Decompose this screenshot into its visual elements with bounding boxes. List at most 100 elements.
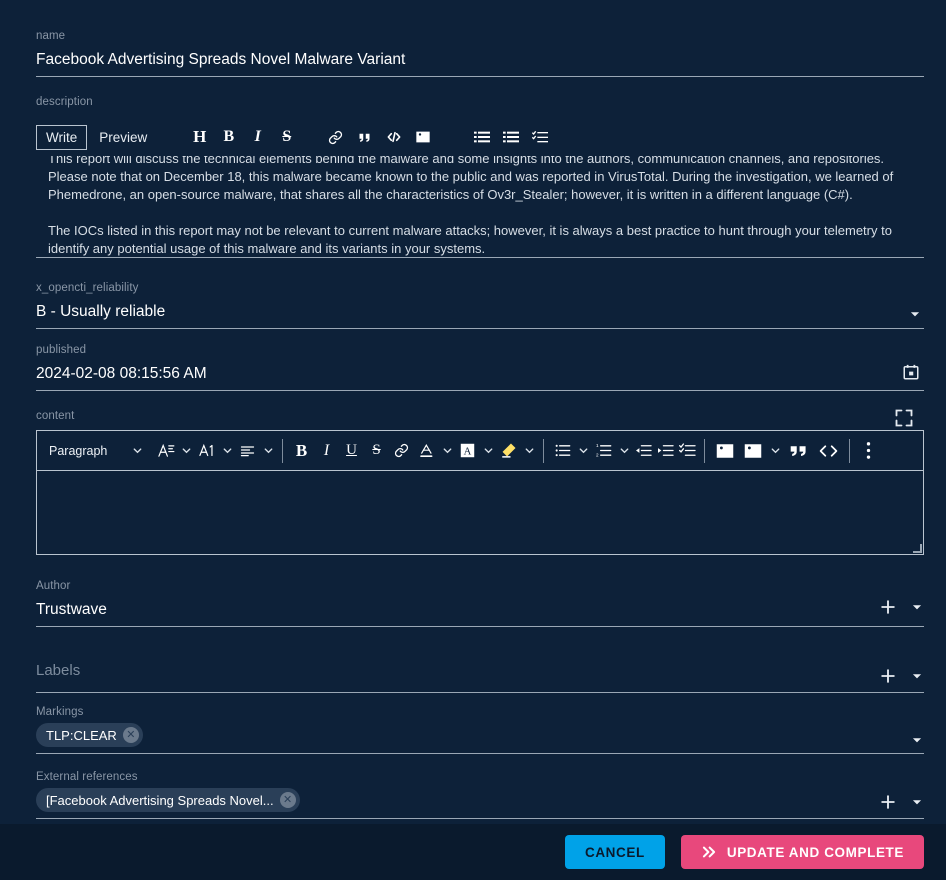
labels-adornments bbox=[878, 666, 924, 686]
alignment-chevron-down-icon[interactable] bbox=[260, 437, 276, 465]
author-arrow-drop-down-icon[interactable] bbox=[910, 600, 924, 614]
alignment-icon[interactable] bbox=[235, 437, 260, 465]
underline-icon[interactable]: U bbox=[339, 437, 364, 465]
paragraph-style-chevron-down-icon[interactable] bbox=[129, 437, 145, 465]
author-underline bbox=[36, 626, 924, 627]
font-size-chevron-down-icon[interactable] bbox=[178, 437, 194, 465]
bold-icon[interactable]: B bbox=[214, 123, 243, 151]
numbered-list-icon[interactable] bbox=[496, 123, 525, 151]
strikethrough-icon[interactable]: S bbox=[272, 123, 301, 151]
content-toolbar: Paragraph B I U S A 1 2 bbox=[37, 431, 923, 471]
labels-plus-icon[interactable] bbox=[878, 666, 898, 686]
description-paragraph-2: The IOCs listed in this report may not b… bbox=[48, 223, 892, 256]
toolbar-divider-1 bbox=[282, 438, 283, 463]
fullscreen-icon[interactable] bbox=[894, 408, 916, 430]
external-references-underline bbox=[36, 818, 924, 819]
reliability-dropdown-icon[interactable] bbox=[908, 307, 922, 321]
bulleted-list-chevron-down-icon[interactable] bbox=[575, 437, 591, 465]
bold-icon[interactable]: B bbox=[289, 437, 314, 465]
external-reference-chip-label: [Facebook Advertising Spreads Novel... bbox=[46, 792, 274, 808]
marking-chip-label: TLP:CLEAR bbox=[46, 727, 117, 743]
reliability-select-value[interactable]: B - Usually reliable bbox=[36, 295, 924, 323]
code-icon[interactable] bbox=[379, 123, 408, 151]
tab-preview[interactable]: Preview bbox=[89, 125, 157, 150]
markings-field-group: Markings TLP:CLEAR ✕ bbox=[36, 705, 924, 754]
description-label: description bbox=[36, 96, 93, 108]
toolbar-divider-2 bbox=[543, 438, 544, 463]
background-color-icon[interactable]: A bbox=[455, 437, 480, 465]
update-and-complete-button[interactable]: UPDATE AND COMPLETE bbox=[680, 835, 924, 869]
labels-arrow-drop-down-icon[interactable] bbox=[910, 669, 924, 683]
indent-icon[interactable] bbox=[654, 437, 676, 465]
more-options-icon[interactable] bbox=[856, 437, 881, 465]
tab-write[interactable]: Write bbox=[36, 124, 88, 150]
reliability-field-group: x_opencti_reliability B - Usually reliab… bbox=[36, 281, 924, 329]
name-field-group: name Facebook Advertising Spreads Novel … bbox=[36, 29, 924, 77]
font-family-chevron-down-icon[interactable] bbox=[219, 437, 235, 465]
author-adornments bbox=[878, 597, 924, 617]
description-editor[interactable]: This report will discuss the technical e… bbox=[36, 118, 924, 258]
todo-list-icon[interactable] bbox=[676, 437, 698, 465]
outdent-icon[interactable] bbox=[632, 437, 654, 465]
font-family-icon[interactable] bbox=[194, 437, 219, 465]
link-icon[interactable] bbox=[321, 123, 350, 151]
description-text[interactable]: This report will discuss the technical e… bbox=[48, 150, 918, 257]
name-input[interactable]: Facebook Advertising Spreads Novel Malwa… bbox=[36, 43, 924, 71]
svg-text:A: A bbox=[464, 446, 472, 457]
font-color-chevron-down-icon[interactable] bbox=[439, 437, 455, 465]
italic-icon[interactable]: I bbox=[314, 437, 339, 465]
update-and-complete-label: UPDATE AND COMPLETE bbox=[726, 844, 904, 860]
name-underline bbox=[36, 76, 924, 77]
reliability-underline bbox=[36, 328, 924, 329]
content-resize-handle[interactable] bbox=[913, 544, 922, 553]
cancel-button[interactable]: CANCEL bbox=[564, 835, 665, 869]
code-block-icon[interactable] bbox=[813, 437, 843, 465]
calendar-icon[interactable] bbox=[902, 363, 922, 383]
external-references-field-group: External references [Facebook Advertisin… bbox=[36, 770, 924, 819]
task-list-icon[interactable] bbox=[525, 123, 554, 151]
author-input[interactable]: Trustwave bbox=[36, 593, 924, 621]
bulleted-list-icon[interactable] bbox=[550, 437, 575, 465]
font-color-icon[interactable] bbox=[414, 437, 439, 465]
description-label-group: description bbox=[36, 95, 924, 109]
content-input-area[interactable] bbox=[37, 471, 923, 554]
numbered-list-icon[interactable]: 1 2 bbox=[591, 437, 616, 465]
toolbar-divider-4 bbox=[849, 438, 850, 463]
report-edit-form: name Facebook Advertising Spreads Novel … bbox=[0, 0, 946, 880]
background-color-chevron-down-icon[interactable] bbox=[480, 437, 496, 465]
markings-underline bbox=[36, 753, 924, 754]
image-icon[interactable] bbox=[408, 123, 437, 151]
block-quote-icon[interactable] bbox=[783, 437, 813, 465]
markings-arrow-drop-down-icon[interactable] bbox=[910, 733, 924, 747]
published-field-group: published 2024-02-08 08:15:56 AM bbox=[36, 343, 924, 391]
font-size-icon[interactable] bbox=[153, 437, 178, 465]
markings-adornments bbox=[910, 733, 924, 747]
published-input[interactable]: 2024-02-08 08:15:56 AM bbox=[36, 357, 924, 385]
author-plus-icon[interactable] bbox=[878, 597, 898, 617]
chip-delete-icon[interactable]: ✕ bbox=[122, 727, 139, 743]
content-editor[interactable]: Paragraph B I U S A 1 2 bbox=[36, 430, 924, 555]
italic-icon[interactable]: I bbox=[243, 123, 272, 151]
bulleted-list-icon[interactable] bbox=[467, 123, 496, 151]
paragraph-style-label: Paragraph bbox=[49, 443, 108, 458]
svg-text:1: 1 bbox=[596, 443, 599, 448]
highlight-chevron-down-icon[interactable] bbox=[521, 437, 537, 465]
external-references-arrow-drop-down-icon[interactable] bbox=[910, 795, 924, 809]
highlight-icon[interactable] bbox=[496, 437, 521, 465]
paragraph-style-dropdown[interactable]: Paragraph bbox=[41, 437, 129, 465]
blockquote-icon[interactable] bbox=[350, 123, 379, 151]
heading-icon[interactable]: H bbox=[185, 123, 214, 151]
labels-field-group: Labels bbox=[36, 661, 924, 693]
image-chevron-down-icon[interactable] bbox=[767, 437, 783, 465]
image-upload-icon[interactable] bbox=[739, 437, 767, 465]
strikethrough-icon[interactable]: S bbox=[364, 437, 389, 465]
external-reference-chip[interactable]: [Facebook Advertising Spreads Novel... ✕ bbox=[36, 788, 300, 812]
reliability-label: x_opencti_reliability bbox=[36, 282, 139, 294]
numbered-list-chevron-down-icon[interactable] bbox=[616, 437, 632, 465]
external-references-plus-icon[interactable] bbox=[878, 792, 898, 812]
author-label: Author bbox=[36, 580, 71, 592]
link-icon[interactable] bbox=[389, 437, 414, 465]
marking-chip[interactable]: TLP:CLEAR ✕ bbox=[36, 723, 143, 747]
insert-image-icon[interactable] bbox=[711, 437, 739, 465]
chip-delete-icon[interactable]: ✕ bbox=[279, 792, 296, 808]
